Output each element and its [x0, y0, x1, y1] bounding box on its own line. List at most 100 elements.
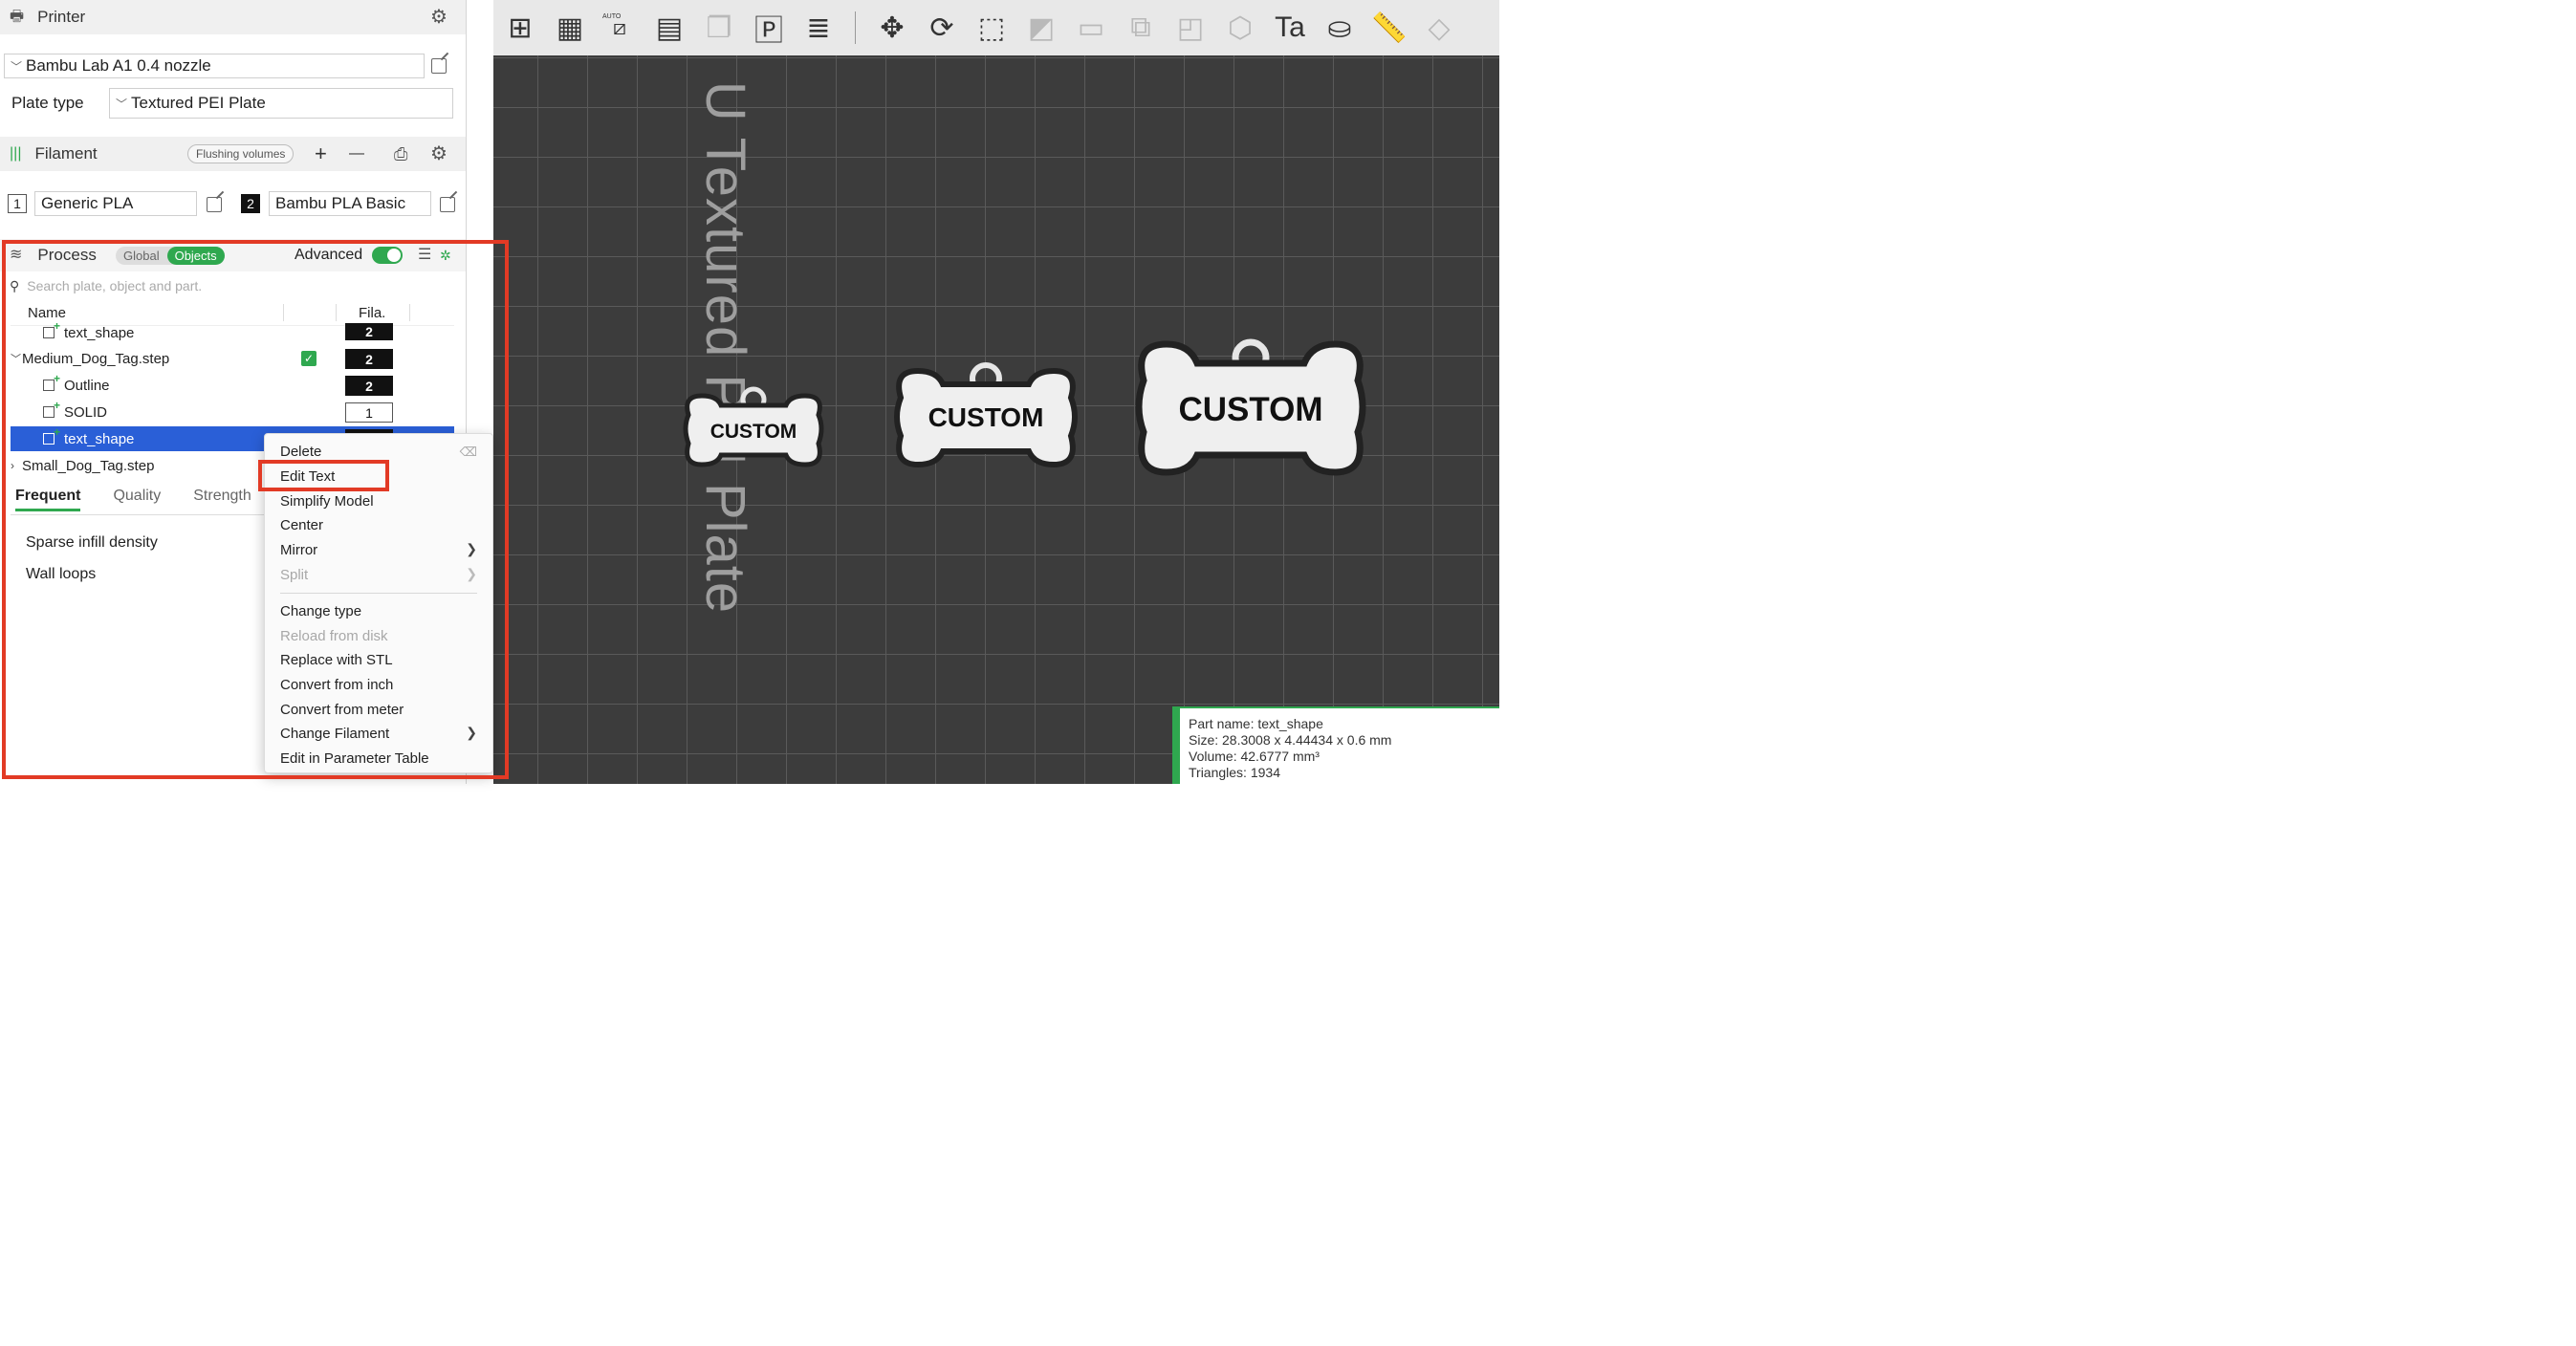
add-plate-icon[interactable]: ▦: [545, 0, 595, 55]
small-dog-tag[interactable]: CUSTOM: [683, 386, 824, 474]
printer-section-header: 🖶 Printer ⚙: [0, 0, 466, 34]
menu-item-change-filament[interactable]: Change Filament: [280, 726, 389, 742]
part-icon: [43, 323, 60, 338]
row-filament-badge[interactable]: 2: [345, 323, 393, 340]
process-title: Process: [37, 246, 97, 264]
menu-item-split[interactable]: Split: [280, 567, 308, 583]
menu-item-mirror[interactable]: Mirror: [280, 542, 317, 558]
auto-orient-icon[interactable]: AUTO ⧄: [595, 0, 644, 55]
printer-preset-select[interactable]: ﹀ Bambu Lab A1 0.4 nozzle: [4, 54, 425, 78]
printer-title: Printer: [37, 8, 86, 26]
menu-item-convert-from-inch[interactable]: Convert from inch: [280, 677, 393, 693]
setting-sparse-infill-density: Sparse infill density: [26, 534, 158, 551]
color-paint-icon[interactable]: ⛀: [1315, 0, 1364, 55]
viewport-toolbar: ⊞ ▦ AUTO ⧄ ▤ ❐ 🄿 ≣ ✥ ⟳ ⬚ ◩ ▭ ⧉ ◰ ⬡ Ta ⛀ 📏…: [493, 0, 1499, 55]
menu-item-delete[interactable]: Delete: [280, 444, 321, 460]
printer-preset-value: Bambu Lab A1 0.4 nozzle: [26, 56, 211, 75]
row-filament-badge[interactable]: 1: [345, 402, 393, 423]
large-dog-tag[interactable]: CUSTOM: [1134, 336, 1367, 478]
menu-item-reload-from-disk[interactable]: Reload from disk: [280, 628, 388, 644]
compare-icon[interactable]: ✲: [440, 249, 451, 262]
row-filament-badge[interactable]: 2: [345, 376, 393, 396]
search-bar[interactable]: ⚲ Search plate, object and part.: [10, 275, 459, 296]
advanced-toggle[interactable]: [372, 247, 403, 264]
printer-edit-icon[interactable]: [431, 58, 447, 74]
filament-sync-icon[interactable]: ⎙: [394, 145, 407, 163]
row-name: text_shape: [64, 324, 135, 341]
measure-icon[interactable]: 📏: [1364, 0, 1414, 55]
rotate-icon[interactable]: ⟳: [917, 0, 967, 55]
menu-item-change-type[interactable]: Change type: [280, 603, 361, 619]
assembly-icon[interactable]: ◇: [1414, 0, 1464, 55]
plate-settings-icon[interactable]: 🄿: [744, 0, 794, 55]
toolbar-divider: [855, 11, 856, 44]
row-name: Medium_Dog_Tag.step: [22, 350, 170, 367]
plate-type-value: Textured PEI Plate: [131, 94, 266, 112]
tag-text: CUSTOM: [1178, 391, 1322, 428]
menu-item-replace-with-stl[interactable]: Replace with STL: [280, 652, 393, 668]
menu-item-center[interactable]: Center: [280, 517, 323, 533]
support-paint-icon[interactable]: ⬡: [1215, 0, 1265, 55]
tab-quality[interactable]: Quality: [113, 488, 161, 511]
menu-item-edit-text[interactable]: Edit Text: [280, 468, 335, 485]
printer-gear-icon[interactable]: ⚙: [430, 8, 448, 27]
split-objects-icon[interactable]: ❐: [694, 0, 744, 55]
search-input[interactable]: Search plate, object and part.: [27, 278, 202, 293]
medium-dog-tag[interactable]: CUSTOM: [893, 361, 1079, 474]
boolean-icon[interactable]: ⧉: [1116, 0, 1166, 55]
cut-icon[interactable]: ▭: [1066, 0, 1116, 55]
chevron-down-icon[interactable]: ﹀: [11, 351, 22, 366]
move-icon[interactable]: ✥: [867, 0, 917, 55]
filament-slot-1-select[interactable]: Generic PLA: [34, 191, 197, 216]
filament-slot-2-number: 2: [241, 194, 260, 213]
column-name-header[interactable]: Name: [28, 305, 66, 321]
filament-slot-2-select[interactable]: Bambu PLA Basic: [269, 191, 431, 216]
filament-slot-2-name: Bambu PLA Basic: [275, 194, 406, 212]
tab-strength[interactable]: Strength: [193, 488, 251, 511]
add-filament-button[interactable]: +: [315, 141, 327, 166]
menu-item-convert-from-meter[interactable]: Convert from meter: [280, 702, 404, 718]
column-fila-header[interactable]: Fila.: [359, 305, 385, 321]
row-filament-badge[interactable]: 2: [345, 349, 393, 369]
process-icon: ≋: [10, 247, 23, 263]
chevron-down-icon: ﹀: [11, 59, 23, 74]
filament-slot-1-name: Generic PLA: [41, 194, 134, 212]
part-volume-text: Volume: 42.6777 mm³: [1189, 749, 1320, 764]
filament-1-edit-icon[interactable]: [207, 197, 222, 212]
mesh-boolean-icon[interactable]: ◰: [1166, 0, 1215, 55]
arrange-icon[interactable]: ▤: [644, 0, 694, 55]
advanced-label: Advanced: [295, 247, 363, 263]
filament-section-header: ||| Filament Flushing volumes + — ⎙ ⚙: [0, 137, 466, 171]
list-view-icon[interactable]: ☰: [418, 248, 431, 263]
part-name-text: Part name: text_shape: [1189, 716, 1323, 731]
text-tool-icon[interactable]: Ta: [1265, 0, 1315, 55]
filament-slot-1-number: 1: [8, 194, 27, 213]
delete-key-icon: ⌫: [459, 445, 477, 459]
chevron-right-icon[interactable]: ›: [11, 459, 22, 472]
visibility-checkbox[interactable]: ✓: [301, 351, 317, 366]
menu-divider: [280, 593, 477, 594]
plate-type-select[interactable]: ﹀ Textured PEI Plate: [109, 88, 453, 119]
filament-2-edit-icon[interactable]: [440, 197, 455, 212]
part-size-text: Size: 28.3008 x 4.44434 x 0.6 mm: [1189, 732, 1392, 748]
scale-icon[interactable]: ⬚: [967, 0, 1016, 55]
chevron-right-icon: ❯: [466, 541, 477, 556]
part-icon: [43, 399, 60, 418]
menu-item-edit-in-parameter-table[interactable]: Edit in Parameter Table: [280, 750, 429, 767]
part-info-panel: Part name: text_shape Size: 28.3008 x 4.…: [1172, 706, 1499, 784]
printer-icon: 🖶: [10, 9, 25, 25]
menu-item-simplify-model[interactable]: Simplify Model: [280, 493, 374, 510]
mode-objects-option[interactable]: Objects: [166, 246, 225, 265]
layers-icon[interactable]: ≣: [794, 0, 843, 55]
tab-frequent[interactable]: Frequent: [15, 488, 81, 511]
add-object-icon[interactable]: ⊞: [495, 0, 545, 55]
object-list-header: Name Fila.: [11, 300, 454, 326]
lay-on-face-icon[interactable]: ◩: [1016, 0, 1066, 55]
flushing-volumes-button[interactable]: Flushing volumes: [187, 144, 295, 163]
auto-label: AUTO: [602, 13, 622, 20]
filament-gear-icon[interactable]: ⚙: [430, 144, 448, 163]
mode-global-option[interactable]: Global: [116, 247, 167, 265]
process-mode-switch[interactable]: Global Objects: [116, 246, 225, 265]
remove-filament-button[interactable]: —: [349, 145, 364, 163]
chevron-right-icon: ❯: [466, 566, 477, 581]
